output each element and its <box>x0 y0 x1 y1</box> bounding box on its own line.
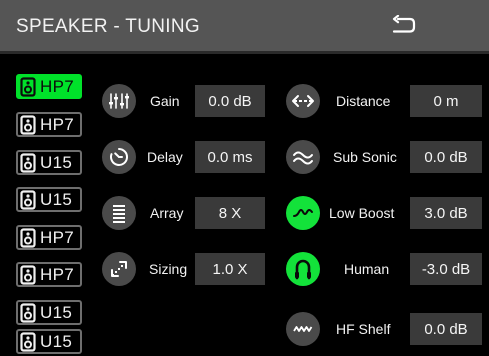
eq-sliders-icon <box>109 93 129 109</box>
low-boost-value[interactable]: 3.0 dB <box>410 197 482 229</box>
sizing-button[interactable] <box>102 252 136 286</box>
distance-value[interactable]: 0 m <box>410 85 482 117</box>
hump-curve-icon <box>293 209 313 217</box>
double-wave-icon <box>293 151 313 165</box>
speaker-icon <box>20 264 38 286</box>
speaker-label: U15 <box>40 331 73 351</box>
param-gain: Gain 0.0 dB <box>102 84 282 118</box>
param-delay: Delay 0.0 ms <box>102 140 282 174</box>
speaker-label: HP7 <box>40 114 74 134</box>
param-sub-sonic: Sub Sonic 0.0 dB <box>286 140 486 174</box>
param-human: Human -3.0 dB <box>286 252 486 286</box>
gain-label: Gain <box>150 93 180 109</box>
title-bar: SPEAKER - TUNING <box>0 0 489 54</box>
speaker-item[interactable]: U15 <box>16 187 82 212</box>
horizontal-arrows-icon <box>292 95 314 107</box>
resize-arrow-icon <box>111 261 127 277</box>
param-array: Array 8 X <box>102 196 282 230</box>
speaker-icon <box>20 114 38 136</box>
speaker-label: U15 <box>40 152 73 172</box>
delay-button[interactable] <box>102 140 136 174</box>
gain-button[interactable] <box>102 84 136 118</box>
human-button[interactable] <box>286 252 320 286</box>
sub-sonic-label: Sub Sonic <box>333 149 397 165</box>
low-boost-button[interactable] <box>286 196 320 230</box>
array-button[interactable] <box>102 196 136 230</box>
distance-button[interactable] <box>286 84 320 118</box>
speaker-icon <box>20 227 38 249</box>
array-lines-icon <box>113 205 125 223</box>
speaker-label: U15 <box>40 302 73 322</box>
hf-shelf-value[interactable]: 0.0 dB <box>410 313 482 345</box>
delay-value[interactable]: 0.0 ms <box>195 141 265 173</box>
timer-icon <box>110 148 128 166</box>
speaker-item[interactable]: HP7 <box>16 112 82 137</box>
delay-label: Delay <box>147 149 183 165</box>
page-title: SPEAKER - TUNING <box>16 16 200 37</box>
return-arrow-icon <box>392 15 416 33</box>
ear-icon <box>295 259 311 280</box>
array-value[interactable]: 8 X <box>195 197 265 229</box>
speaker-label: U15 <box>40 189 73 209</box>
gain-value[interactable]: 0.0 dB <box>195 85 265 117</box>
sizing-value[interactable]: 1.0 X <box>195 253 265 285</box>
hf-shelf-label: HF Shelf <box>336 321 391 337</box>
human-value[interactable]: -3.0 dB <box>410 253 482 285</box>
speaker-icon <box>20 302 38 324</box>
human-label: Human <box>344 261 390 277</box>
param-distance: Distance 0 m <box>286 84 486 118</box>
param-hf-shelf: HF Shelf 0.0 dB <box>286 312 486 346</box>
speaker-icon <box>20 152 38 174</box>
low-boost-label: Low Boost <box>329 205 395 221</box>
speaker-icon <box>20 189 38 211</box>
sizing-label: Sizing <box>149 261 188 277</box>
array-label: Array <box>150 205 184 221</box>
param-sizing: Sizing 1.0 X <box>102 252 282 286</box>
speaker-item[interactable]: HP7 <box>16 262 82 287</box>
speaker-icon <box>20 76 38 98</box>
hf-shelf-button[interactable] <box>286 312 320 346</box>
zigzag-wave-icon <box>293 326 313 332</box>
sub-sonic-button[interactable] <box>286 140 320 174</box>
speaker-item[interactable]: U15 <box>16 150 82 175</box>
speaker-item[interactable]: HP7 <box>16 225 82 250</box>
speaker-icon <box>20 331 38 353</box>
speaker-item[interactable]: HP7 <box>16 74 82 99</box>
distance-label: Distance <box>336 93 391 109</box>
speaker-label: HP7 <box>40 264 74 284</box>
sub-sonic-value[interactable]: 0.0 dB <box>410 141 482 173</box>
speaker-label: HP7 <box>40 76 74 96</box>
speaker-item[interactable]: U15 <box>16 329 82 354</box>
speaker-item[interactable]: U15 <box>16 300 82 325</box>
speaker-label: HP7 <box>40 227 74 247</box>
param-low-boost: Low Boost 3.0 dB <box>286 196 486 230</box>
back-button[interactable] <box>386 10 422 42</box>
